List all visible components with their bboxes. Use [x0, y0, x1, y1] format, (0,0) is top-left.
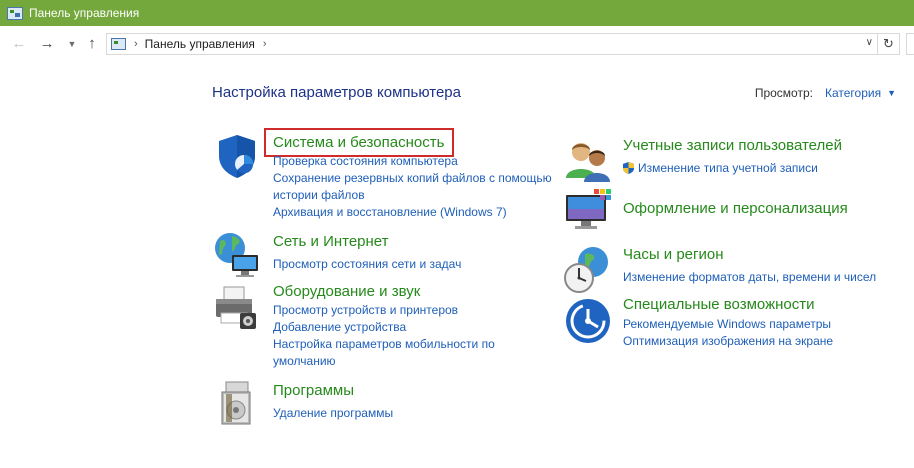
network-globe-icon[interactable] [212, 231, 260, 279]
link-file-history-backup-cont[interactable]: истории файлов [273, 187, 573, 204]
back-arrow-icon[interactable]: ← [10, 35, 28, 53]
category-user-accounts[interactable]: Учетные записи пользователей [623, 137, 842, 154]
security-shield-icon[interactable] [213, 132, 261, 180]
forward-arrow-icon[interactable]: → [38, 35, 56, 53]
accessibility-icon[interactable] [564, 297, 612, 345]
breadcrumb-chevron-icon[interactable]: › [134, 38, 138, 50]
address-dropdown-chevron-icon[interactable]: ∨ [866, 37, 873, 48]
category-system-security-links: Проверка состояния компьютера Сохранение… [273, 153, 573, 221]
view-by-dropdown[interactable]: Категория [825, 86, 881, 100]
refresh-icon[interactable]: ↻ [878, 33, 900, 55]
programs-disc-icon[interactable] [212, 380, 260, 428]
view-by-chevron-down-icon[interactable]: ▼ [887, 88, 896, 98]
control-panel-icon [7, 6, 23, 20]
link-change-account-type[interactable]: Изменение типа учетной записи [623, 160, 914, 177]
control-panel-icon [111, 38, 126, 50]
monitor-palette-icon[interactable] [564, 187, 612, 235]
category-user-accounts-links: Изменение типа учетной записи [623, 160, 914, 177]
link-file-history-backup[interactable]: Сохранение резервных копий файлов с помо… [273, 170, 573, 187]
category-clock-region-links: Изменение форматов даты, времени и чисел [623, 269, 914, 286]
link-change-date-formats[interactable]: Изменение форматов даты, времени и чисел [623, 269, 914, 286]
up-arrow-icon[interactable]: ↑ [83, 35, 101, 53]
link-network-status[interactable]: Просмотр состояния сети и задач [273, 256, 573, 273]
title-bar: Панель управления [0, 0, 914, 26]
category-network-internet[interactable]: Сеть и Интернет [273, 233, 389, 250]
window-title: Панель управления [29, 6, 140, 20]
breadcrumb-chevron-icon[interactable]: › [263, 38, 267, 50]
category-system-security[interactable]: Система и безопасность [273, 134, 444, 151]
category-hardware-sound[interactable]: Оборудование и звук [273, 283, 420, 300]
category-appearance-personalization[interactable]: Оформление и персонализация [623, 200, 848, 217]
category-programs-links: Удаление программы [273, 405, 573, 422]
page-title: Настройка параметров компьютера [212, 84, 461, 101]
category-ease-of-access-links: Рекомендуемые Windows параметры Оптимиза… [623, 316, 914, 350]
link-recommended-settings[interactable]: Рекомендуемые Windows параметры [623, 316, 914, 333]
link-mobility-settings-cont[interactable]: умолчанию [273, 353, 573, 370]
category-ease-of-access[interactable]: Специальные возможности [623, 296, 815, 313]
link-check-computer-status[interactable]: Проверка состояния компьютера [273, 153, 573, 170]
view-by: Просмотр: Категория ▼ [755, 86, 896, 100]
breadcrumb-control-panel[interactable]: Панель управления [145, 37, 255, 51]
navigation-bar: ← → ▼ ↑ › Панель управления › ∨ ↻ [0, 26, 914, 64]
link-mobility-settings[interactable]: Настройка параметров мобильности по [273, 336, 573, 353]
category-programs[interactable]: Программы [273, 382, 354, 399]
link-backup-restore-win7[interactable]: Архивация и восстановление (Windows 7) [273, 204, 573, 221]
category-network-internet-links: Просмотр состояния сети и задач [273, 256, 573, 273]
view-by-label: Просмотр: [754, 86, 813, 100]
recent-locations-chevron-icon[interactable]: ▼ [63, 35, 81, 53]
category-hardware-sound-links: Просмотр устройств и принтеров Добавлени… [273, 302, 573, 370]
users-icon[interactable] [564, 138, 612, 186]
link-uninstall-program[interactable]: Удаление программы [273, 405, 573, 422]
uac-shield-icon [623, 162, 634, 174]
address-bar[interactable]: › Панель управления › ∨ [106, 33, 878, 55]
link-add-device[interactable]: Добавление устройства [273, 319, 573, 336]
clock-globe-icon[interactable] [563, 246, 611, 294]
search-input[interactable] [906, 33, 914, 55]
category-clock-region[interactable]: Часы и регион [623, 246, 724, 263]
printer-icon[interactable] [212, 283, 260, 331]
link-change-account-type-label: Изменение типа учетной записи [638, 161, 818, 175]
link-optimize-display[interactable]: Оптимизация изображения на экране [623, 333, 914, 350]
link-devices-printers[interactable]: Просмотр устройств и принтеров [273, 302, 573, 319]
